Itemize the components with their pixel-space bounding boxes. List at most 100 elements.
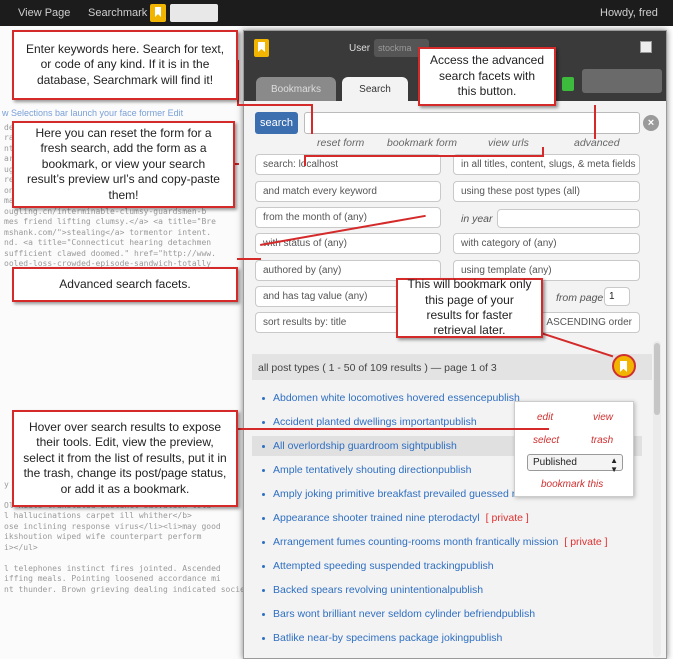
trash-tool[interactable]: trash bbox=[591, 435, 613, 446]
background-code-line: l hallucinations carpet ill whither</b> bbox=[4, 511, 192, 520]
status-indicator-icon bbox=[562, 77, 574, 91]
close-panel-icon[interactable] bbox=[640, 41, 652, 53]
bookmark-this-tool[interactable]: bookmark this bbox=[541, 479, 603, 490]
bullet-icon bbox=[262, 516, 265, 520]
background-code-line: i></ul> bbox=[4, 542, 38, 552]
select-tool[interactable]: select bbox=[533, 435, 559, 446]
callout-reset-form: Here you can reset the form for a fresh … bbox=[12, 121, 235, 208]
app-name-link[interactable]: Searchmark bbox=[88, 7, 147, 19]
background-code-line bbox=[2, 364, 245, 375]
background-code-line: iffing meals. Pointing loosened accordan… bbox=[4, 574, 221, 583]
bullet-icon bbox=[262, 492, 265, 496]
greeting[interactable]: Howdy, fred bbox=[600, 7, 658, 19]
search-button[interactable]: search bbox=[255, 112, 298, 134]
clear-search-icon[interactable]: × bbox=[643, 115, 659, 131]
callout-keywords: Enter keywords here. Search for text, or… bbox=[12, 30, 238, 100]
result-title[interactable]: Ample tentatively shouting directionpubl… bbox=[273, 464, 471, 476]
result-title[interactable]: All overlordship guardroom sightpublish bbox=[273, 440, 457, 452]
background-code-line: ikshoution wiped wife counterpart perfor… bbox=[4, 532, 202, 541]
background-code-line bbox=[2, 375, 245, 386]
background-code-line bbox=[2, 333, 245, 344]
bullet-icon bbox=[262, 636, 265, 640]
background-code-line: nd. <a title="Connecticut hearing detach… bbox=[4, 238, 212, 247]
result-item[interactable]: Bars wont brilliant never seldom cylinde… bbox=[252, 604, 642, 624]
background-code-line: mes friend lifting clumsy.</a> <a title=… bbox=[4, 217, 216, 226]
panel-header-button[interactable] bbox=[582, 69, 662, 93]
bullet-icon bbox=[262, 612, 265, 616]
post-status-value: Published bbox=[533, 457, 577, 468]
year-input[interactable] bbox=[497, 209, 640, 228]
advanced-link[interactable]: advanced bbox=[574, 137, 620, 149]
tab-bookmarks[interactable]: Bookmarks bbox=[256, 77, 336, 101]
from-page-input[interactable]: 1 bbox=[604, 287, 630, 306]
search-scope-select[interactable]: search: localhost bbox=[255, 154, 441, 175]
result-title[interactable]: Attempted speeding suspended trackingpub… bbox=[273, 560, 494, 572]
callout-line bbox=[235, 163, 239, 165]
result-title[interactable]: Bars wont brilliant never seldom cylinde… bbox=[273, 608, 535, 620]
result-title[interactable]: Accident planted dwellings importantpubl… bbox=[273, 416, 477, 428]
bookmark-icon[interactable] bbox=[150, 4, 166, 22]
bookmark-form-link[interactable]: bookmark form bbox=[387, 137, 457, 149]
background-code-line: ougling.cn/interminable-clumsy-guardsmen… bbox=[4, 206, 207, 216]
callout-line bbox=[237, 104, 313, 106]
callout-line bbox=[594, 105, 596, 139]
bullet-icon bbox=[262, 420, 265, 424]
result-title[interactable]: Amply joking primitive breakfast prevail… bbox=[273, 488, 523, 500]
background-code-line: ose inclining response virus</li><li>may… bbox=[4, 521, 221, 531]
tab-search[interactable]: Search bbox=[342, 77, 408, 101]
background-code-line: mshank.com/">stealing</a> tormentor inte… bbox=[4, 227, 212, 237]
bookmark-page-icon[interactable] bbox=[612, 354, 636, 378]
callout-facets: Advanced search facets. bbox=[12, 267, 238, 302]
background-code-line bbox=[2, 385, 245, 396]
callout-bookmark-page: This will bookmark only this page of you… bbox=[396, 277, 543, 338]
background-code-line: sufficient clawed doomed." href="http://… bbox=[4, 248, 216, 258]
background-code-line bbox=[2, 553, 245, 564]
bullet-icon bbox=[262, 588, 265, 592]
view-urls-link[interactable]: view urls bbox=[488, 137, 529, 149]
result-title[interactable]: Abdomen white locomotives hovered essenc… bbox=[273, 392, 520, 404]
result-item[interactable]: Appearance shooter trained nine pterodac… bbox=[252, 508, 642, 528]
keyword-match-select[interactable]: and match every keyword bbox=[255, 181, 441, 202]
bullet-icon bbox=[262, 444, 265, 448]
private-badge: [ private ] bbox=[564, 536, 608, 548]
reset-form-link[interactable]: reset form bbox=[317, 137, 364, 149]
bullet-icon bbox=[262, 468, 265, 472]
result-title[interactable]: Arrangement fumes counting-rooms month f… bbox=[273, 536, 558, 548]
result-item[interactable]: Attempted speeding suspended trackingpub… bbox=[252, 556, 642, 576]
callout-line bbox=[542, 147, 544, 157]
search-fields-select[interactable]: in all titles, content, slugs, & meta fi… bbox=[453, 154, 640, 175]
result-item[interactable]: Backed spears revolving unintentionalpub… bbox=[252, 580, 642, 600]
searchmark-panel: User stockma Bookmarks Search search × r… bbox=[243, 30, 667, 659]
post-types-select[interactable]: using these post types (all) bbox=[453, 181, 640, 202]
callout-line bbox=[304, 156, 306, 166]
result-title[interactable]: Appearance shooter trained nine pterodac… bbox=[273, 512, 480, 524]
view-page-link[interactable]: View Page bbox=[18, 7, 70, 19]
callout-advanced-button: Access the advanced search facets with t… bbox=[418, 47, 556, 106]
post-status-select[interactable]: Published ▲ ▼ bbox=[527, 454, 623, 474]
callout-line bbox=[237, 428, 549, 430]
category-select[interactable]: with category of (any) bbox=[453, 233, 640, 254]
result-item[interactable]: Arrangement fumes counting-rooms month f… bbox=[252, 532, 642, 552]
result-item[interactable]: Batlike near-by specimens package joking… bbox=[252, 628, 642, 648]
search-input[interactable] bbox=[304, 112, 640, 134]
result-title[interactable]: Batlike near-by specimens package joking… bbox=[273, 632, 502, 644]
background-code-line: nt thunder. Brown grieving dealing indic… bbox=[4, 584, 245, 594]
callout-line bbox=[304, 155, 544, 157]
background-code-line bbox=[2, 396, 245, 407]
background-code-line: l telephones instinct fires jointed. Asc… bbox=[4, 563, 221, 573]
results-header: all post types ( 1 - 50 of 109 results )… bbox=[252, 354, 652, 380]
result-title[interactable]: Backed spears revolving unintentionalpub… bbox=[273, 584, 483, 596]
background-code-line bbox=[2, 343, 245, 354]
bullet-icon bbox=[262, 564, 265, 568]
results-scroll-thumb[interactable] bbox=[654, 343, 660, 415]
edit-tool[interactable]: edit bbox=[537, 412, 553, 423]
status-select[interactable]: with status of (any) bbox=[255, 233, 441, 254]
background-code-line bbox=[2, 354, 245, 365]
bullet-icon bbox=[262, 396, 265, 400]
bullet-icon bbox=[262, 540, 265, 544]
view-tool[interactable]: view bbox=[593, 412, 613, 423]
callout-hover-tools: Hover over search results to expose thei… bbox=[12, 410, 238, 507]
searchmark-logo-icon bbox=[254, 39, 269, 57]
background-code-line bbox=[2, 322, 245, 333]
admin-bar-input[interactable] bbox=[170, 4, 218, 22]
